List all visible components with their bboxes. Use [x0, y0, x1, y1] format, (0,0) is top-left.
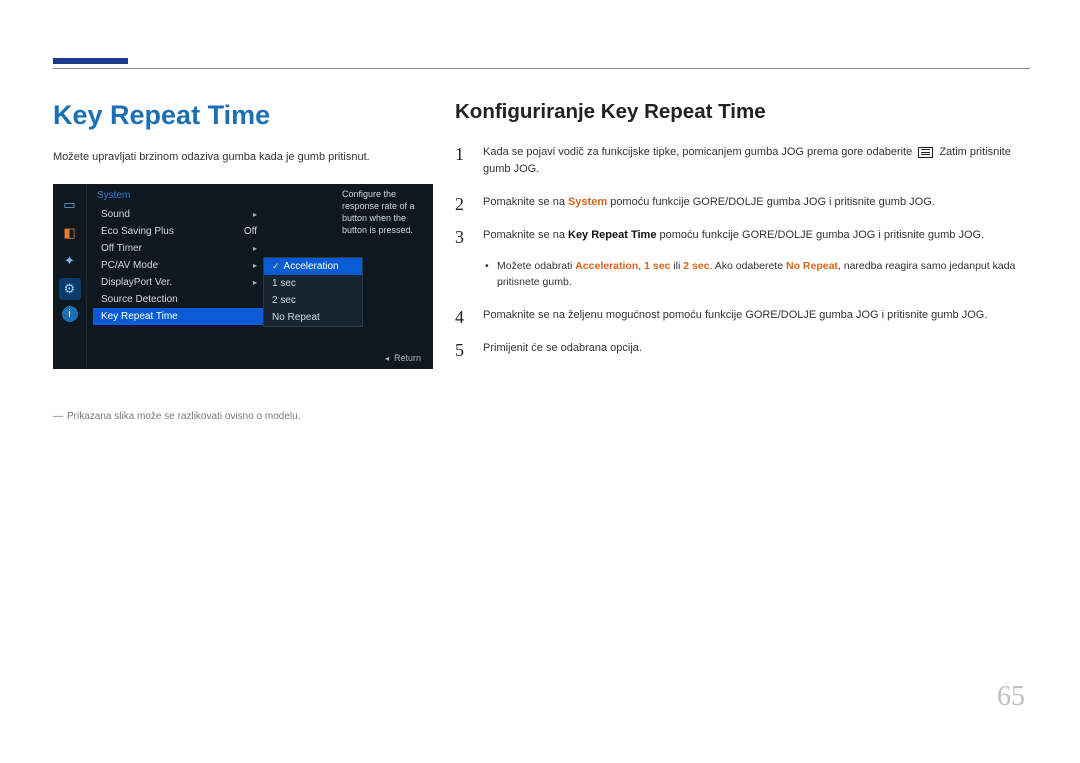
osd-row: Eco Saving PlusOff — [93, 223, 263, 240]
osd-submenu: ✓Acceleration 1 sec 2 sec No Repeat — [263, 257, 363, 327]
chevron-right-icon: ▸ — [253, 210, 257, 219]
osd-iconbar: ▭ ◧ ✦ ⚙ i — [53, 184, 87, 369]
chevron-right-icon: ▸ — [253, 261, 257, 270]
osd-row: DisplayPort Ver.▸ — [93, 274, 263, 291]
step-item: Kada se pojavi vodič za funkcijske tipke… — [455, 144, 1035, 178]
chevron-right-icon: ▸ — [253, 244, 257, 253]
chevron-right-icon: ▸ — [253, 278, 257, 287]
osd-return: ◂Return — [385, 353, 421, 363]
osd-subitem: 1 sec — [264, 275, 362, 292]
sub-bullet: Možete odabrati Acceleration, 1 sec ili … — [483, 258, 1035, 291]
steps-list: Kada se pojavi vodič za funkcijske tipke… — [455, 144, 1035, 357]
osd-subitem-selected: ✓Acceleration — [264, 258, 362, 275]
picture-icon: ◧ — [59, 222, 81, 244]
info-icon: i — [62, 306, 78, 322]
page-title-right: Konfiguriranje Key Repeat Time — [455, 100, 1035, 124]
osd-subitem: 2 sec — [264, 292, 362, 309]
page-number: 65 — [997, 681, 1025, 713]
osd-row: Source Detection — [93, 291, 263, 308]
osd-row-selected: Key Repeat Time — [93, 308, 263, 325]
osd-row: Sound▸ — [93, 206, 263, 223]
menu-icon — [918, 147, 933, 158]
osd-menu-list: Sound▸ Eco Saving PlusOff Off Timer▸ PC/… — [93, 206, 263, 325]
osd-screenshot: ▭ ◧ ✦ ⚙ i System Sound▸ Eco Saving PlusO… — [53, 184, 433, 369]
triangle-left-icon: ◂ — [385, 354, 389, 363]
step-item: Pomaknite se na System pomoću funkcije G… — [455, 194, 1035, 211]
adjust-icon: ✦ — [59, 250, 81, 272]
footnote: ―Prikazana slika može se razlikovati ovi… — [53, 411, 433, 422]
check-icon: ✓ — [272, 261, 280, 272]
osd-row: PC/AV Mode▸ — [93, 257, 263, 274]
keyword-keyrepeat: Key Repeat Time — [568, 229, 656, 241]
osd-subitem: No Repeat — [264, 309, 362, 326]
step-item: Primijenit će se odabrana opcija. — [455, 340, 1035, 357]
keyword-system: System — [568, 196, 607, 208]
step-item: Pomaknite se na željenu mogućnost pomoću… — [455, 307, 1035, 324]
osd-menu-header: System — [97, 190, 130, 201]
step-item: Pomaknite se na Key Repeat Time pomoću f… — [455, 227, 1035, 291]
osd-row: Off Timer▸ — [93, 240, 263, 257]
osd-tooltip: Configure the response rate of a button … — [342, 188, 427, 237]
left-description: Možete upravljati brzinom odaziva gumba … — [53, 149, 433, 166]
settings-icon: ⚙ — [59, 278, 81, 300]
monitor-icon: ▭ — [59, 194, 81, 216]
page-title-left: Key Repeat Time — [53, 100, 433, 131]
